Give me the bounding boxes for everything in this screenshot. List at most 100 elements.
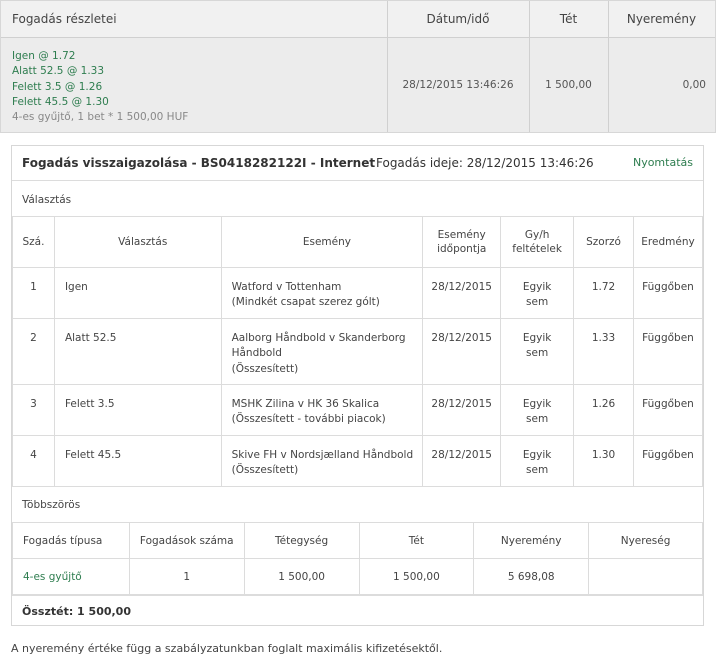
selection-name: Igen [53,267,222,319]
selection-event: MSHK Zilina v HK 36 Skalica (Összesített … [220,384,424,436]
selection-terms: Egyik sem [500,435,575,487]
selection-event: Aalborg Håndbold v Skanderborg Håndbold (Ö… [220,318,424,385]
selection-terms: Egyik sem [500,267,575,319]
bet-confirmation-panel: Fogadás visszaigazolása - BS0418282122I … [11,145,704,626]
selection-name: Alatt 52.5 [53,318,222,385]
bet-info: 4-es gyűjtő, 1 bet * 1 500,00 HUF [12,111,189,124]
col-profit: Nyereség [588,522,703,559]
col-event-time: Esemény időpontja [422,216,502,268]
selection-no: 3 [12,384,55,436]
selection-no: 4 [12,435,55,487]
terms-line: Egyik [522,449,552,461]
selections-table: Szá. Választás Esemény Esemény időpontja … [12,216,703,487]
bet-stake: 1 500,00 [545,79,592,91]
bet-winnings: 0,00 [682,79,706,91]
col-bet-type: Fogadás típusa [12,522,130,559]
col-event-time-line1: Esemény [437,229,486,241]
multiples-header-row: Fogadás típusa Fogadások száma Tétegység… [12,522,703,559]
event-line: (Összesített - további piacok) [231,413,386,426]
bet-type-link[interactable]: 4-es gyűjtő [12,558,130,596]
col-event: Esemény [220,216,424,268]
selection-name: Felett 45.5 [53,435,222,487]
selection-date: 28/12/2015 [422,384,502,436]
event-line: (Összesített) [231,464,299,477]
col-terms-line1: Gy/h [524,229,550,241]
selection-result: Függőben [633,318,703,385]
terms-line: Egyik [522,332,552,344]
selection-result: Függőben [633,435,703,487]
event-line: Håndbold [231,347,282,360]
payout-disclaimer: A nyeremény értéke függ a szabályzatunkb… [11,642,443,655]
selection-result: Függőben [633,267,703,319]
bet-summary-header: Fogadás részletei Dátum/idő Tét Nyeremén… [1,1,715,38]
selection-name: Felett 3.5 [53,384,222,436]
terms-line: sem [526,413,549,426]
bet-line: Felett 45.5 @ 1.30 [12,95,109,108]
selection-date: 28/12/2015 [422,318,502,385]
terms-line: sem [526,296,549,309]
terms-line: sem [526,347,549,360]
print-link[interactable]: Nyomtatás [633,156,693,169]
col-bet-count: Fogadások száma [128,522,245,559]
multiple-stake: 1 500,00 [358,558,475,596]
selection-row: 2 Alatt 52.5 Aalborg Håndbold v Skanderb… [12,318,703,385]
col-odds: Szorzó [573,216,634,268]
bet-summary-row[interactable]: Igen @ 1.72 Alatt 52.5 @ 1.33 Felett 3.5… [1,38,715,132]
selection-odds: 1.33 [573,318,634,385]
col-terms-line2: feltételek [512,243,562,255]
bet-line: Igen @ 1.72 [12,50,76,62]
col-result: Eredmény [633,216,703,268]
event-line: Aalborg Håndbold v Skanderborg [231,332,406,344]
multiple-winnings: 5 698,08 [473,558,590,596]
selection-result: Függőben [633,384,703,436]
selection-terms: Egyik sem [500,318,575,385]
multiples-section-label: Többszörös [22,499,81,511]
terms-line: Egyik [522,398,552,410]
multiple-profit [588,558,703,596]
selection-odds: 1.72 [573,267,634,319]
selection-row: 3 Felett 3.5 MSHK Zilina v HK 36 Skalica… [12,384,703,436]
selection-terms: Egyik sem [500,384,575,436]
header-details: Fogadás részletei [12,12,117,26]
event-line: (Mindkét csapat szerez gólt) [231,296,380,309]
col-stake: Tét [358,522,475,559]
bet-line: Felett 3.5 @ 1.26 [12,80,103,93]
event-line: MSHK Zilina v HK 36 Skalica [231,398,380,410]
placed-time: Fogadás ideje: 28/12/2015 13:46:26 [376,156,594,170]
bet-datetime: 28/12/2015 13:46:26 [402,79,514,91]
selections-section-label: Választás [22,194,72,206]
bet-selection-list: Igen @ 1.72 Alatt 52.5 @ 1.33 Felett 3.5… [12,49,188,125]
header-winnings: Nyeremény [626,12,697,26]
col-selection: Választás [53,216,222,268]
selection-no: 2 [12,318,55,385]
col-no: Szá. [12,216,55,268]
total-stake-row: Össztét: 1 500,00 [12,594,703,627]
header-datetime: Dátum/idő [426,12,490,26]
confirmation-title-bar: Fogadás visszaigazolása - BS0418282122I … [12,146,703,181]
bet-count: 1 [128,558,245,596]
unit-stake: 1 500,00 [243,558,360,596]
confirmation-title: Fogadás visszaigazolása - BS0418282122I … [22,156,376,170]
terms-line: Egyik [522,281,552,293]
selections-header-row: Szá. Választás Esemény Esemény időpontja … [12,216,703,268]
terms-line: sem [526,464,549,477]
selection-row: 1 Igen Watford v Tottenham (Mindkét csapa… [12,267,703,319]
selection-odds: 1.26 [573,384,634,436]
col-unit-stake: Tétegység [243,522,360,559]
header-stake: Tét [559,12,578,26]
col-winnings: Nyeremény [473,522,590,559]
multiples-table: Fogadás típusa Fogadások száma Tétegység… [12,522,703,596]
col-event-time-line2: időpontja [437,243,487,255]
selection-odds: 1.30 [573,435,634,487]
bet-summary-table: Fogadás részletei Dátum/idő Tét Nyeremén… [0,0,716,133]
selection-date: 28/12/2015 [422,267,502,319]
event-line: (Összesített) [231,362,299,375]
selection-event: Skive FH v Nordsjælland Håndbold (Összesí… [220,435,424,487]
bet-line: Alatt 52.5 @ 1.33 [12,65,105,78]
col-terms: Gy/h feltételek [500,216,575,268]
total-stake: Össztét: 1 500,00 [22,605,131,618]
multiple-row: 4-es gyűjtő 1 1 500,00 1 500,00 5 698,08 [12,558,703,596]
selection-date: 28/12/2015 [422,435,502,487]
selection-no: 1 [12,267,55,319]
event-line: Watford v Tottenham [231,281,342,293]
